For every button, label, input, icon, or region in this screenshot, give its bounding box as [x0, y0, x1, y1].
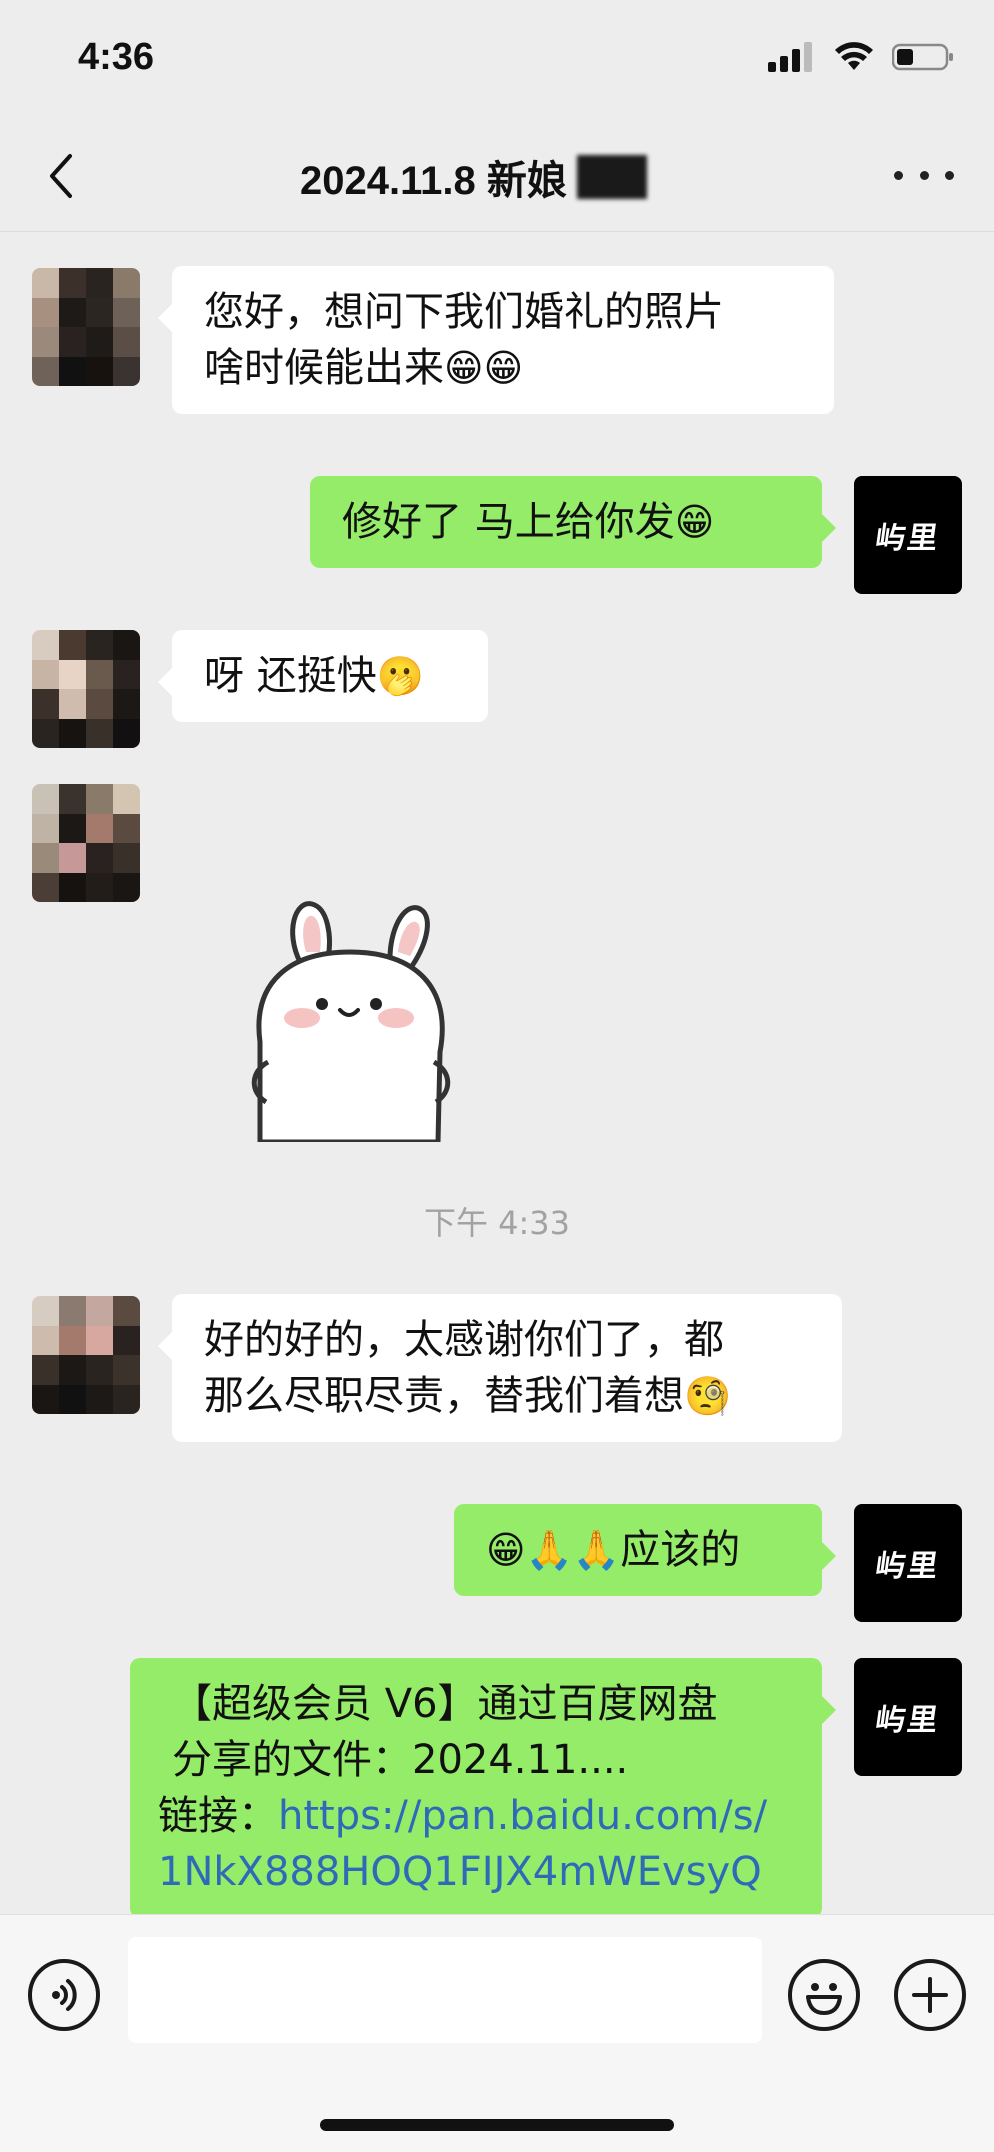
brand-logo: 屿里 [873, 1549, 942, 1584]
my-avatar[interactable]: 屿里 [854, 1658, 962, 1776]
message-text: 修好了 马上给你发 [342, 499, 675, 545]
home-indicator[interactable] [320, 2119, 674, 2131]
share-title: 【超级会员 V6】通过百度网盘 [172, 1681, 718, 1727]
my-avatar[interactable]: 屿里 [854, 476, 962, 594]
message-text: 您好，想问下我们婚礼的照片 [204, 289, 724, 335]
brand-logo: 屿里 [873, 1703, 942, 1738]
status-icons [768, 42, 954, 72]
brand-logo: 屿里 [873, 521, 942, 556]
emoji-icon [806, 1983, 842, 2015]
grin-emoji: 😁 [674, 500, 715, 544]
message-bubble-incoming[interactable]: 呀 还挺快🫢 [158, 630, 488, 722]
message-bubble-outgoing[interactable]: 😁🙏🙏应该的 [454, 1504, 836, 1596]
emoji-button[interactable] [788, 1959, 860, 2031]
more-dot [919, 170, 929, 180]
status-bar: 4:36 [0, 0, 994, 120]
more-dot [945, 170, 954, 180]
voice-button[interactable] [28, 1959, 100, 2031]
grin-emoji: 😁😁 [444, 346, 524, 390]
message-bubble-incoming[interactable]: 好的好的，太感谢你们了，都 那么尽职尽责，替我们着想🧐 [158, 1294, 842, 1442]
message-text: 那么尽职尽责，替我们着想 [204, 1373, 684, 1419]
input-bar [0, 1914, 994, 2152]
chat-header: 2024.11.8 新娘 [0, 120, 994, 232]
contact-avatar[interactable] [32, 268, 140, 386]
chat-title-text: 2024.11.8 新娘 [300, 159, 567, 203]
voice-icon [52, 1979, 77, 2011]
message-list[interactable]: 您好，想问下我们婚礼的照片 啥时候能出来😁😁 屿里 修好了 马上给你发😁 呀 还… [0, 232, 994, 1914]
status-time: 4:36 [78, 36, 155, 78]
my-avatar[interactable]: 屿里 [854, 1504, 962, 1622]
more-options-button[interactable] [894, 160, 954, 190]
message-timestamp: 下午 4:33 [423, 1204, 571, 1242]
grin-pray-emoji: 😁🙏🙏 [486, 1528, 621, 1572]
message-bubble-outgoing-share[interactable]: 【超级会员 V6】通过百度网盘 分享的文件：2024.11.... 链接：htt… [130, 1658, 836, 1914]
signal-icon [768, 42, 812, 72]
contact-avatar[interactable] [32, 784, 140, 902]
message-text: 啥时候能出来 [204, 345, 444, 391]
more-actions-button[interactable] [894, 1959, 966, 2031]
chevron-left-icon [50, 154, 72, 198]
back-button[interactable] [36, 146, 86, 206]
link-label: 链接： [158, 1793, 278, 1839]
battery-icon [892, 43, 953, 71]
peeking-emoji: 🫢 [376, 654, 425, 698]
message-text: 呀 还挺快 [204, 653, 377, 699]
monocle-emoji: 🧐 [684, 1374, 732, 1418]
plus-icon [912, 1977, 948, 2013]
share-link[interactable]: 1NkX888HOQ1FIJX4mWEvsyQ [158, 1844, 790, 1900]
share-link[interactable]: https://pan.baidu.com/s/ [278, 1793, 767, 1839]
message-input[interactable] [128, 1937, 762, 2043]
share-filename: 分享的文件：2024.11.... [172, 1737, 629, 1783]
message-text: 应该的 [620, 1527, 741, 1573]
bunny-sticker[interactable] [240, 892, 460, 1142]
contact-avatar[interactable] [32, 1296, 140, 1414]
wifi-icon [835, 42, 873, 70]
redaction-mask [576, 155, 647, 199]
message-bubble-incoming[interactable]: 您好，想问下我们婚礼的照片 啥时候能出来😁😁 [158, 266, 834, 414]
contact-avatar[interactable] [32, 630, 140, 748]
more-dot [894, 170, 903, 180]
message-text: 好的好的，太感谢你们了，都 [204, 1317, 724, 1363]
chat-title: 2024.11.8 新娘 [300, 148, 647, 206]
message-bubble-outgoing[interactable]: 修好了 马上给你发😁 [310, 476, 836, 568]
